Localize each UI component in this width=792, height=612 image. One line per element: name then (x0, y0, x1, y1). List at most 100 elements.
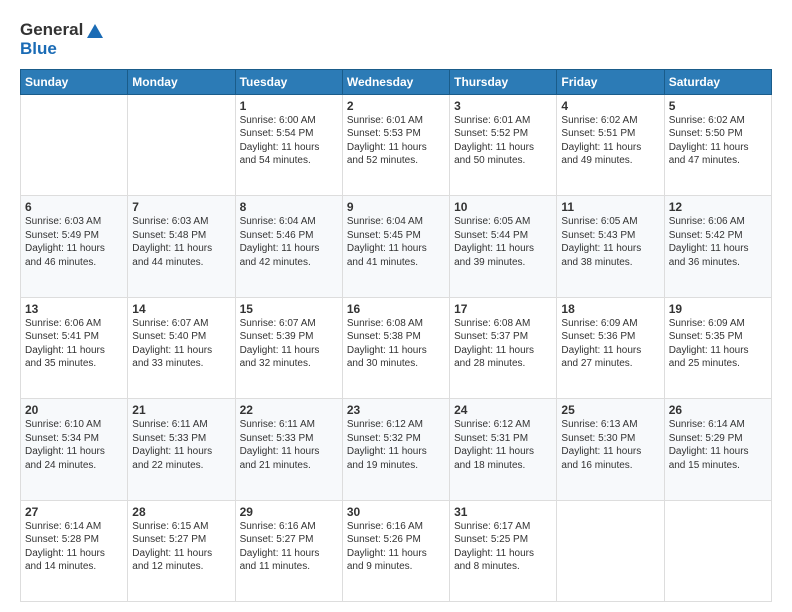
day-info: Sunrise: 6:10 AM Sunset: 5:34 PM Dayligh… (25, 418, 123, 472)
day-cell: 27Sunrise: 6:14 AM Sunset: 5:28 PM Dayli… (21, 500, 128, 602)
day-cell: 28Sunrise: 6:15 AM Sunset: 5:27 PM Dayli… (128, 500, 235, 602)
day-number: 30 (347, 505, 445, 519)
day-cell: 25Sunrise: 6:13 AM Sunset: 5:30 PM Dayli… (557, 399, 664, 500)
day-number: 3 (454, 99, 552, 113)
day-cell: 15Sunrise: 6:07 AM Sunset: 5:39 PM Dayli… (235, 297, 342, 398)
day-cell: 26Sunrise: 6:14 AM Sunset: 5:29 PM Dayli… (664, 399, 771, 500)
day-info: Sunrise: 6:14 AM Sunset: 5:29 PM Dayligh… (669, 418, 767, 472)
day-info: Sunrise: 6:11 AM Sunset: 5:33 PM Dayligh… (240, 418, 338, 472)
day-cell: 13Sunrise: 6:06 AM Sunset: 5:41 PM Dayli… (21, 297, 128, 398)
day-number: 5 (669, 99, 767, 113)
logo-blue: Blue (20, 40, 105, 59)
day-info: Sunrise: 6:17 AM Sunset: 5:25 PM Dayligh… (454, 520, 552, 574)
day-info: Sunrise: 6:05 AM Sunset: 5:44 PM Dayligh… (454, 215, 552, 269)
day-cell: 18Sunrise: 6:09 AM Sunset: 5:36 PM Dayli… (557, 297, 664, 398)
day-cell (557, 500, 664, 602)
week-row-1: 6Sunrise: 6:03 AM Sunset: 5:49 PM Daylig… (21, 196, 772, 297)
day-info: Sunrise: 6:06 AM Sunset: 5:41 PM Dayligh… (25, 317, 123, 371)
day-number: 23 (347, 403, 445, 417)
week-row-3: 20Sunrise: 6:10 AM Sunset: 5:34 PM Dayli… (21, 399, 772, 500)
day-number: 18 (561, 302, 659, 316)
day-info: Sunrise: 6:03 AM Sunset: 5:48 PM Dayligh… (132, 215, 230, 269)
day-info: Sunrise: 6:09 AM Sunset: 5:36 PM Dayligh… (561, 317, 659, 371)
day-cell: 9Sunrise: 6:04 AM Sunset: 5:45 PM Daylig… (342, 196, 449, 297)
day-cell: 2Sunrise: 6:01 AM Sunset: 5:53 PM Daylig… (342, 94, 449, 195)
day-number: 29 (240, 505, 338, 519)
day-cell: 14Sunrise: 6:07 AM Sunset: 5:40 PM Dayli… (128, 297, 235, 398)
day-info: Sunrise: 6:04 AM Sunset: 5:46 PM Dayligh… (240, 215, 338, 269)
day-info: Sunrise: 6:12 AM Sunset: 5:32 PM Dayligh… (347, 418, 445, 472)
col-header-saturday: Saturday (664, 69, 771, 94)
day-cell: 4Sunrise: 6:02 AM Sunset: 5:51 PM Daylig… (557, 94, 664, 195)
day-number: 12 (669, 200, 767, 214)
col-header-sunday: Sunday (21, 69, 128, 94)
day-number: 11 (561, 200, 659, 214)
day-number: 13 (25, 302, 123, 316)
logo-triangle-icon (85, 20, 105, 40)
week-row-4: 27Sunrise: 6:14 AM Sunset: 5:28 PM Dayli… (21, 500, 772, 602)
day-info: Sunrise: 6:12 AM Sunset: 5:31 PM Dayligh… (454, 418, 552, 472)
day-cell (664, 500, 771, 602)
day-number: 1 (240, 99, 338, 113)
logo-general: General (20, 21, 83, 40)
day-cell: 29Sunrise: 6:16 AM Sunset: 5:27 PM Dayli… (235, 500, 342, 602)
logo-wordmark: General Blue (20, 20, 105, 59)
page: General Blue SundayMondayTuesdayWednesda… (0, 0, 792, 612)
day-cell: 11Sunrise: 6:05 AM Sunset: 5:43 PM Dayli… (557, 196, 664, 297)
day-number: 27 (25, 505, 123, 519)
day-info: Sunrise: 6:07 AM Sunset: 5:40 PM Dayligh… (132, 317, 230, 371)
day-number: 8 (240, 200, 338, 214)
day-number: 4 (561, 99, 659, 113)
col-header-wednesday: Wednesday (342, 69, 449, 94)
calendar-header-row: SundayMondayTuesdayWednesdayThursdayFrid… (21, 69, 772, 94)
day-cell: 30Sunrise: 6:16 AM Sunset: 5:26 PM Dayli… (342, 500, 449, 602)
day-cell: 5Sunrise: 6:02 AM Sunset: 5:50 PM Daylig… (664, 94, 771, 195)
day-cell: 20Sunrise: 6:10 AM Sunset: 5:34 PM Dayli… (21, 399, 128, 500)
col-header-tuesday: Tuesday (235, 69, 342, 94)
day-number: 9 (347, 200, 445, 214)
logo: General Blue (20, 20, 105, 59)
day-info: Sunrise: 6:03 AM Sunset: 5:49 PM Dayligh… (25, 215, 123, 269)
day-cell: 19Sunrise: 6:09 AM Sunset: 5:35 PM Dayli… (664, 297, 771, 398)
day-number: 15 (240, 302, 338, 316)
day-info: Sunrise: 6:01 AM Sunset: 5:53 PM Dayligh… (347, 114, 445, 168)
day-cell (21, 94, 128, 195)
day-cell: 10Sunrise: 6:05 AM Sunset: 5:44 PM Dayli… (450, 196, 557, 297)
day-cell: 21Sunrise: 6:11 AM Sunset: 5:33 PM Dayli… (128, 399, 235, 500)
day-cell: 16Sunrise: 6:08 AM Sunset: 5:38 PM Dayli… (342, 297, 449, 398)
day-number: 24 (454, 403, 552, 417)
day-cell: 7Sunrise: 6:03 AM Sunset: 5:48 PM Daylig… (128, 196, 235, 297)
col-header-monday: Monday (128, 69, 235, 94)
day-info: Sunrise: 6:02 AM Sunset: 5:50 PM Dayligh… (669, 114, 767, 168)
day-cell: 8Sunrise: 6:04 AM Sunset: 5:46 PM Daylig… (235, 196, 342, 297)
calendar-table: SundayMondayTuesdayWednesdayThursdayFrid… (20, 69, 772, 602)
day-info: Sunrise: 6:08 AM Sunset: 5:37 PM Dayligh… (454, 317, 552, 371)
day-number: 31 (454, 505, 552, 519)
day-cell: 24Sunrise: 6:12 AM Sunset: 5:31 PM Dayli… (450, 399, 557, 500)
day-number: 6 (25, 200, 123, 214)
col-header-friday: Friday (557, 69, 664, 94)
day-info: Sunrise: 6:08 AM Sunset: 5:38 PM Dayligh… (347, 317, 445, 371)
col-header-thursday: Thursday (450, 69, 557, 94)
day-info: Sunrise: 6:05 AM Sunset: 5:43 PM Dayligh… (561, 215, 659, 269)
day-cell: 31Sunrise: 6:17 AM Sunset: 5:25 PM Dayli… (450, 500, 557, 602)
day-info: Sunrise: 6:04 AM Sunset: 5:45 PM Dayligh… (347, 215, 445, 269)
day-info: Sunrise: 6:11 AM Sunset: 5:33 PM Dayligh… (132, 418, 230, 472)
day-info: Sunrise: 6:01 AM Sunset: 5:52 PM Dayligh… (454, 114, 552, 168)
day-number: 28 (132, 505, 230, 519)
day-cell: 22Sunrise: 6:11 AM Sunset: 5:33 PM Dayli… (235, 399, 342, 500)
day-number: 14 (132, 302, 230, 316)
week-row-2: 13Sunrise: 6:06 AM Sunset: 5:41 PM Dayli… (21, 297, 772, 398)
day-number: 19 (669, 302, 767, 316)
day-info: Sunrise: 6:15 AM Sunset: 5:27 PM Dayligh… (132, 520, 230, 574)
day-number: 2 (347, 99, 445, 113)
day-number: 17 (454, 302, 552, 316)
day-cell: 6Sunrise: 6:03 AM Sunset: 5:49 PM Daylig… (21, 196, 128, 297)
day-number: 26 (669, 403, 767, 417)
day-number: 7 (132, 200, 230, 214)
day-cell: 12Sunrise: 6:06 AM Sunset: 5:42 PM Dayli… (664, 196, 771, 297)
day-cell (128, 94, 235, 195)
day-number: 16 (347, 302, 445, 316)
day-info: Sunrise: 6:16 AM Sunset: 5:27 PM Dayligh… (240, 520, 338, 574)
day-cell: 1Sunrise: 6:00 AM Sunset: 5:54 PM Daylig… (235, 94, 342, 195)
